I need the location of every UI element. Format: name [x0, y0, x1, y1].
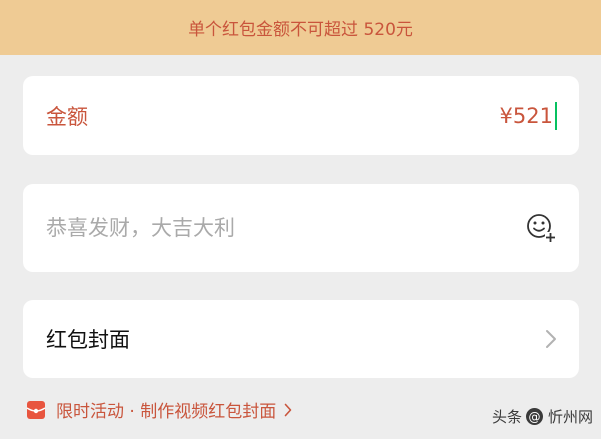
- watermark-account: 忻州网: [547, 408, 593, 426]
- chevron-right-icon: [546, 330, 556, 348]
- cover-label: 红包封面: [46, 328, 130, 352]
- amount-field[interactable]: 金额 ¥521: [23, 76, 579, 155]
- watermark-prefix: 头条: [491, 408, 522, 426]
- amount-value-text: ¥521: [499, 103, 553, 128]
- amount-value[interactable]: ¥521: [499, 101, 557, 130]
- greeting-field[interactable]: [23, 184, 579, 272]
- red-packet-icon: [26, 400, 46, 419]
- amount-limit-banner: 单个红包金额不可超过 520元: [0, 0, 601, 55]
- text-cursor: [555, 101, 557, 130]
- at-symbol: @: [525, 408, 543, 425]
- promo-text: 限时活动 · 制作视频红包封面: [56, 402, 277, 422]
- amount-label: 金额: [46, 104, 88, 129]
- amount-limit-text: 单个红包金额不可超过 520元: [188, 20, 413, 40]
- promo-chevron-icon: [284, 403, 292, 416]
- red-packet-cover-row[interactable]: 红包封面: [23, 300, 579, 378]
- watermark: 头条 @ 忻州网: [492, 406, 593, 427]
- emoji-plus-icon[interactable]: [525, 212, 557, 244]
- promo-link[interactable]: 限时活动 · 制作视频红包封面: [26, 397, 292, 422]
- greeting-input[interactable]: [46, 216, 515, 240]
